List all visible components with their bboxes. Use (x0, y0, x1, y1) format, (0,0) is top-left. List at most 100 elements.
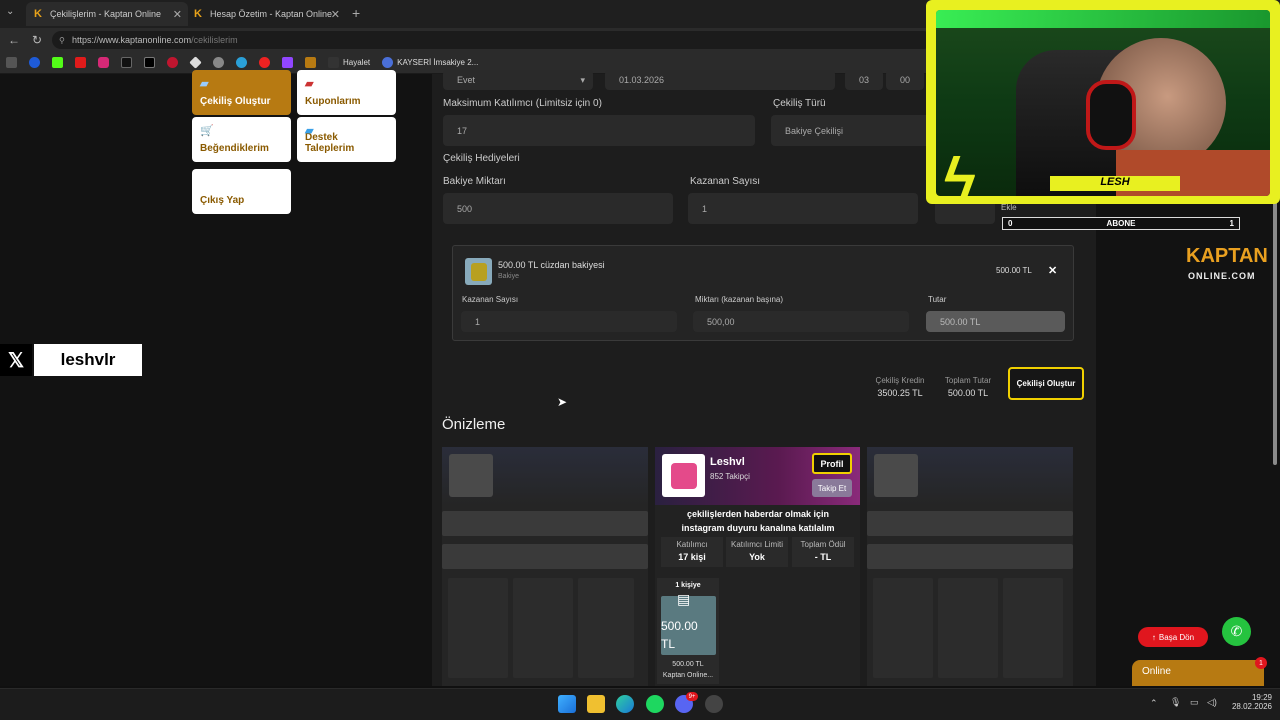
skeleton-block (442, 511, 648, 536)
close-tab-icon[interactable]: ✕ (173, 8, 182, 21)
url-input[interactable]: ⚲ https://www.kaptanonline.com/cekilisle… (52, 31, 932, 49)
microphone-icon[interactable]: 🎙 (1170, 697, 1181, 708)
prizes-heading: Çekiliş Hediyeleri (443, 153, 520, 164)
led-strip (936, 10, 1270, 28)
bookmark-icon (328, 57, 339, 68)
sidebar-item-cekilis-olustur[interactable]: ▰ Çekiliş Oluştur (192, 70, 291, 115)
youtube-icon[interactable] (75, 57, 86, 68)
tab-hesap-ozetim[interactable]: K Hesap Özetim - Kaptan Online ✕ (186, 2, 346, 26)
sidebar-item-cikis-yap[interactable]: Çıkış Yap (192, 169, 291, 214)
winners-value: 1 (702, 203, 708, 214)
stat-value: Yok (749, 552, 765, 562)
sidebar-item-label: Çekiliş Oluştur (200, 96, 271, 107)
spotify-icon[interactable] (646, 695, 664, 713)
reload-icon[interactable]: ↻ (32, 33, 42, 47)
kaptan-logo-subtitle: ONLINE.COM (1188, 271, 1256, 281)
volume-icon[interactable]: ◁) (1207, 697, 1217, 708)
bookmark-icon[interactable] (236, 57, 247, 68)
max-participants-label: Maksimum Katılımcı (Limitsiz için 0) (443, 98, 602, 109)
skeleton-block (442, 544, 648, 569)
back-to-top-button[interactable]: ↑ Başa Dön (1138, 627, 1208, 647)
whatsapp-icon[interactable]: ✆ (1222, 617, 1251, 646)
create-giveaway-button[interactable]: Çekilişi Oluştur (1008, 367, 1084, 400)
profile-button[interactable]: Profil (812, 453, 852, 474)
chevron-up-icon[interactable]: ⌃ (1150, 698, 1158, 709)
tab-cekilislerim[interactable]: K Çekilişlerim - Kaptan Online ✕ (26, 2, 188, 26)
prize-winners-input[interactable]: 1 (461, 311, 677, 332)
follow-button[interactable]: Takip Et (812, 479, 852, 497)
subscriber-goal-bar: 0 ABONE 1 (1002, 217, 1240, 230)
kaptan-icon[interactable] (305, 57, 316, 68)
skeleton-block (867, 544, 1073, 569)
stat-value: 17 kişi (678, 552, 706, 562)
bookmark-icon[interactable] (259, 57, 270, 68)
preview-username: Leshvl (710, 456, 745, 468)
sidebar-item-destek-taleplerim[interactable]: ▰ Destek Taleplerim (297, 117, 396, 162)
x-handle-overlay: 𝕏 leshvlr (0, 344, 143, 376)
twitch-icon[interactable] (282, 57, 293, 68)
stat-value: - TL (814, 552, 832, 562)
sidebar-item-kuponlarim[interactable]: ▰ Kuponlarım (297, 70, 396, 115)
system-clock[interactable]: 19:29 28.02.2026 (1226, 693, 1272, 711)
url-host: https://www.kaptanonline.com (72, 35, 192, 45)
edge-browser-icon[interactable] (616, 695, 634, 713)
bookmark-icon[interactable] (29, 57, 40, 68)
sidebar-item-begendiklerim[interactable]: 🛒 Beğendiklerim (192, 117, 291, 162)
prize-winners-value: 1 (475, 316, 481, 327)
bookmark-icon[interactable] (167, 57, 178, 68)
prize-per-winner-input[interactable]: 500,00 (693, 311, 909, 332)
wallet-icon (465, 258, 492, 285)
chat-widget[interactable]: Online (1132, 660, 1264, 686)
bookmark-icon[interactable] (189, 56, 202, 69)
chat-bubble-icon: ▰ (305, 125, 314, 137)
chevron-down-icon: ▾ (580, 74, 585, 85)
publish-select[interactable]: Evet ▾ (443, 70, 593, 90)
close-tab-icon[interactable]: ✕ (331, 8, 340, 21)
tab-list-chevron-icon[interactable]: ⌄ (6, 6, 20, 20)
hour-select[interactable]: 03 (845, 70, 883, 90)
preview-heading: Önizleme (442, 416, 506, 433)
kick-icon[interactable] (52, 57, 63, 68)
minute-select[interactable]: 00 (886, 70, 924, 90)
skeleton-block (578, 578, 634, 678)
skeleton-block (938, 578, 998, 678)
prize-subtitle: Bakiye (498, 273, 520, 280)
stat-label: Katılımcı Limiti (730, 540, 783, 549)
preview-description: çekilişlerden haberdar olmak için instag… (681, 509, 835, 533)
instagram-icon[interactable] (98, 57, 109, 68)
new-tab-plus-icon[interactable]: + (352, 5, 360, 21)
tab-title: Çekilişlerim - Kaptan Online (50, 9, 162, 19)
credit-label: Çekiliş Kredin (875, 376, 925, 385)
stat-participants: Katılımcı 17 kişi (661, 537, 723, 567)
webcam-feed: ϟ (936, 10, 1270, 196)
credit-value: 3500.25 TL (877, 388, 923, 398)
balance-input[interactable]: 500 (443, 193, 673, 224)
winners-input[interactable]: 1 (688, 193, 918, 224)
file-explorer-icon[interactable] (587, 695, 605, 713)
sidebar-item-label: Kuponlarım (305, 96, 361, 107)
max-participants-value: 17 (457, 125, 468, 136)
site-info-icon[interactable]: ⚲ (59, 36, 65, 45)
type-select[interactable]: Bakiye Çekilişi (771, 115, 931, 146)
max-participants-input[interactable]: 17 (443, 115, 755, 146)
date-field[interactable]: 01.03.2026 (605, 70, 835, 90)
windows-start-icon[interactable] (558, 695, 576, 713)
bookmark-icon[interactable] (6, 57, 17, 68)
total-value: 500.00 TL (947, 388, 989, 398)
chat-notification-badge: 1 (1255, 657, 1267, 669)
bookmark-imsakiye[interactable]: KAYSERİ İmsakiye 2... (382, 57, 478, 68)
credit-summary: Çekiliş Kredin 3500.25 TL (866, 376, 934, 398)
remove-prize-close-icon[interactable]: ✕ (1048, 264, 1057, 277)
gift-icon: ▰ (200, 78, 209, 90)
cart-icon: 🛒 (200, 125, 214, 137)
bookmark-hayalet[interactable]: Hayalet (328, 57, 370, 68)
network-icon[interactable]: ▭ (1190, 697, 1199, 708)
x-icon[interactable] (144, 57, 155, 68)
back-arrow-icon[interactable]: ← (8, 33, 20, 47)
skeleton-block (873, 578, 933, 678)
prize-per-winner-label: Miktarı (kazanan başına) (695, 295, 784, 304)
kaptan-logo: KAPTAN (1186, 245, 1268, 267)
app-icon[interactable] (705, 695, 723, 713)
bookmark-icon[interactable] (213, 57, 224, 68)
tiktok-icon[interactable] (121, 57, 132, 68)
